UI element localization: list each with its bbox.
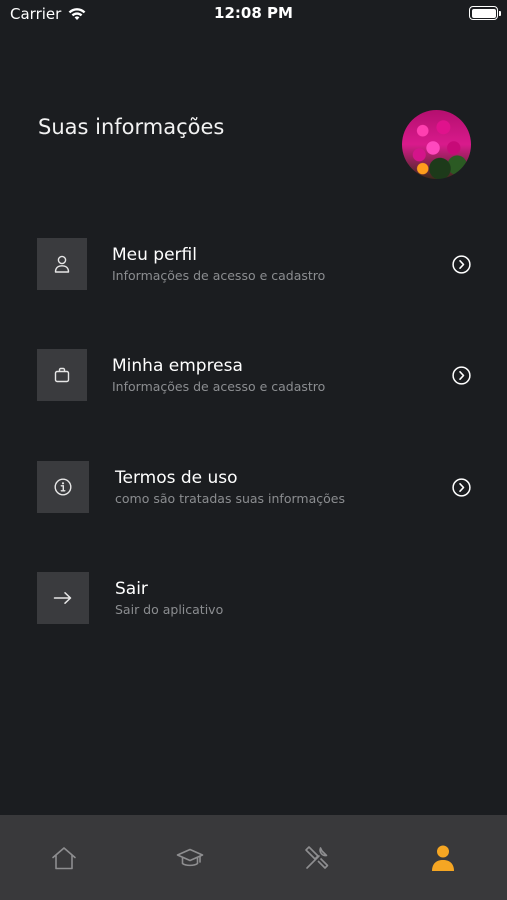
home-icon — [52, 847, 76, 870]
menu-icon-box — [37, 238, 87, 290]
menu-item-title: Sair — [115, 579, 148, 599]
menu-item-subtitle: Informações de acesso e cadastro — [112, 268, 326, 283]
arrow-right-icon — [53, 592, 72, 604]
status-bar: Carrier 12:08 PM — [0, 0, 507, 30]
menu-item-sair[interactable]: Sair Sair do aplicativo — [37, 572, 477, 624]
chevron-right-circle-icon — [452, 478, 471, 497]
menu-icon-box — [37, 572, 89, 624]
tab-home[interactable] — [49, 843, 79, 873]
menu-item-subtitle: Informações de acesso e cadastro — [112, 379, 326, 394]
tab-bar — [0, 815, 507, 900]
tab-courses[interactable] — [175, 843, 205, 873]
status-time: 12:08 PM — [214, 4, 293, 22]
profile-screen: Carrier 12:08 PM Suas informações Meu pe… — [0, 0, 507, 900]
menu-item-title: Termos de uso — [115, 468, 238, 488]
user-icon — [54, 255, 70, 273]
tab-profile[interactable] — [428, 843, 458, 873]
menu-item-title: Meu perfil — [112, 245, 197, 265]
tab-tools[interactable] — [302, 843, 332, 873]
menu-item-title: Minha empresa — [112, 356, 243, 376]
menu-item-meu-perfil[interactable]: Meu perfil Informações de acesso e cadas… — [37, 238, 477, 290]
menu-item-termos-de-uso[interactable]: Termos de uso como são tratadas suas inf… — [37, 461, 477, 513]
page-title: Suas informações — [38, 115, 225, 139]
menu-item-subtitle: como são tratadas suas informações — [115, 491, 345, 506]
menu-item-subtitle: Sair do aplicativo — [115, 602, 224, 617]
info-icon — [54, 478, 72, 496]
chevron-right-circle-icon — [452, 255, 471, 274]
tools-icon — [305, 846, 329, 869]
chevron-right-circle-icon — [452, 366, 471, 385]
menu-icon-box — [37, 461, 89, 513]
avatar[interactable] — [402, 110, 471, 179]
menu-item-minha-empresa[interactable]: Minha empresa Informações de acesso e ca… — [37, 349, 477, 401]
battery-icon — [469, 6, 501, 20]
menu-icon-box — [37, 349, 87, 401]
person-icon — [432, 845, 454, 871]
graduation-cap-icon — [176, 848, 204, 867]
briefcase-icon — [54, 367, 70, 383]
